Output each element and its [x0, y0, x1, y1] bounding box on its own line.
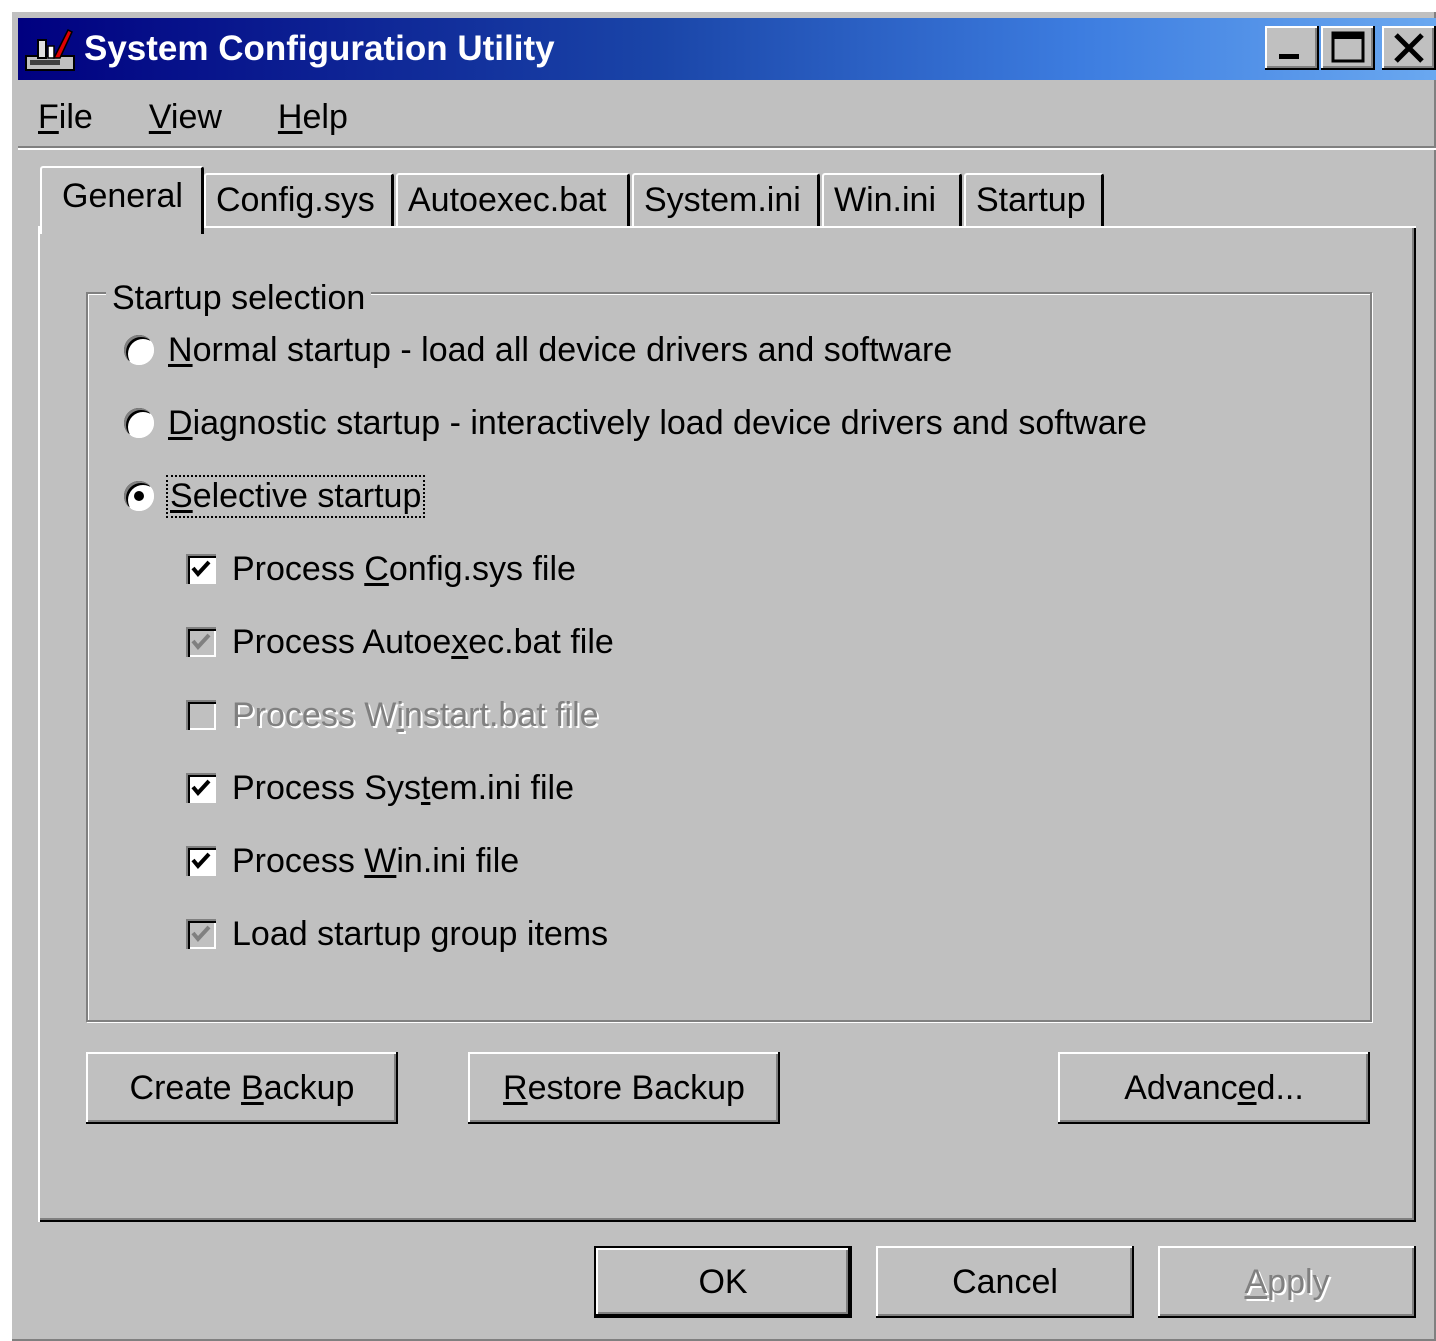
radio-button-selected: [124, 481, 154, 511]
process-winstart-bat-checkbox[interactable]: Process Winstart.bat file: [186, 691, 599, 739]
normal-startup-radio[interactable]: Normal startup - load all device drivers…: [124, 326, 952, 374]
tab-system-ini[interactable]: System.ini: [632, 173, 820, 229]
load-startup-group-label: Load startup group items: [232, 914, 609, 953]
checkbox-checked-grayed: [186, 627, 216, 657]
checkmark-icon: [191, 779, 211, 797]
menu-separator: [18, 146, 1436, 150]
tab-config-sys[interactable]: Config.sys: [204, 173, 394, 229]
checkmark-icon: [191, 633, 211, 651]
radio-button-unselected: [124, 335, 154, 365]
checkbox-checked: [186, 554, 216, 584]
minimize-button[interactable]: [1265, 26, 1319, 70]
checkbox-checked: [186, 846, 216, 876]
menu-file[interactable]: File: [30, 92, 101, 142]
checkbox-checked: [186, 773, 216, 803]
checkmark-icon: [191, 925, 211, 943]
ok-button[interactable]: OK: [594, 1246, 852, 1318]
maximize-button[interactable]: [1321, 26, 1375, 70]
checkmark-icon: [191, 560, 211, 578]
cancel-button[interactable]: Cancel: [876, 1246, 1134, 1318]
checkmark-icon: [191, 852, 211, 870]
tab-general[interactable]: General: [40, 166, 204, 234]
advanced-button[interactable]: Advanced...: [1058, 1052, 1370, 1124]
checkbox-checked-grayed: [186, 919, 216, 949]
startup-selection-label: Startup selection: [106, 276, 372, 320]
close-button[interactable]: [1382, 26, 1436, 70]
main-window: System Configuration Utility File View H…: [10, 10, 1436, 1341]
process-system-ini-checkbox[interactable]: Process System.ini file: [186, 764, 574, 812]
normal-startup-label: Normal startup - load all device drivers…: [168, 330, 953, 369]
menu-bar: File View Help: [30, 92, 356, 142]
msconfig-app-icon: [25, 28, 75, 71]
menu-view[interactable]: View: [141, 92, 230, 142]
selective-startup-label: Selective startup: [165, 474, 426, 518]
tab-startup[interactable]: Startup: [964, 173, 1104, 229]
process-win-ini-label: Process Win.ini file: [232, 841, 520, 880]
load-startup-group-checkbox[interactable]: Load startup group items: [186, 910, 608, 958]
title-bar[interactable]: System Configuration Utility: [18, 18, 1436, 80]
process-autoexec-bat-checkbox[interactable]: Process Autoexec.bat file: [186, 618, 614, 666]
maximize-icon: [1331, 31, 1365, 63]
minimize-icon: [1279, 54, 1299, 59]
selective-startup-radio[interactable]: Selective startup: [124, 472, 426, 520]
create-backup-button[interactable]: Create Backup: [86, 1052, 398, 1124]
checkbox-unchecked-disabled: [186, 700, 216, 730]
diagnostic-startup-label: Diagnostic startup - interactively load …: [168, 403, 1147, 442]
process-system-ini-label: Process System.ini file: [232, 768, 575, 807]
diagnostic-startup-radio[interactable]: Diagnostic startup - interactively load …: [124, 399, 1147, 447]
process-win-ini-checkbox[interactable]: Process Win.ini file: [186, 837, 519, 885]
close-icon: [1394, 33, 1424, 63]
process-config-sys-label: Process Config.sys file: [232, 549, 576, 588]
apply-button[interactable]: Apply: [1158, 1246, 1416, 1318]
tab-win-ini[interactable]: Win.ini: [822, 173, 962, 229]
radio-button-unselected: [124, 408, 154, 438]
process-autoexec-bat-label: Process Autoexec.bat file: [232, 622, 614, 661]
tab-autoexec-bat[interactable]: Autoexec.bat: [396, 173, 630, 229]
window-title: System Configuration Utility: [84, 29, 555, 68]
menu-help[interactable]: Help: [270, 92, 356, 142]
process-winstart-bat-label: Process Winstart.bat file: [232, 695, 599, 734]
restore-backup-button[interactable]: Restore Backup: [468, 1052, 780, 1124]
process-config-sys-checkbox[interactable]: Process Config.sys file: [186, 545, 576, 593]
